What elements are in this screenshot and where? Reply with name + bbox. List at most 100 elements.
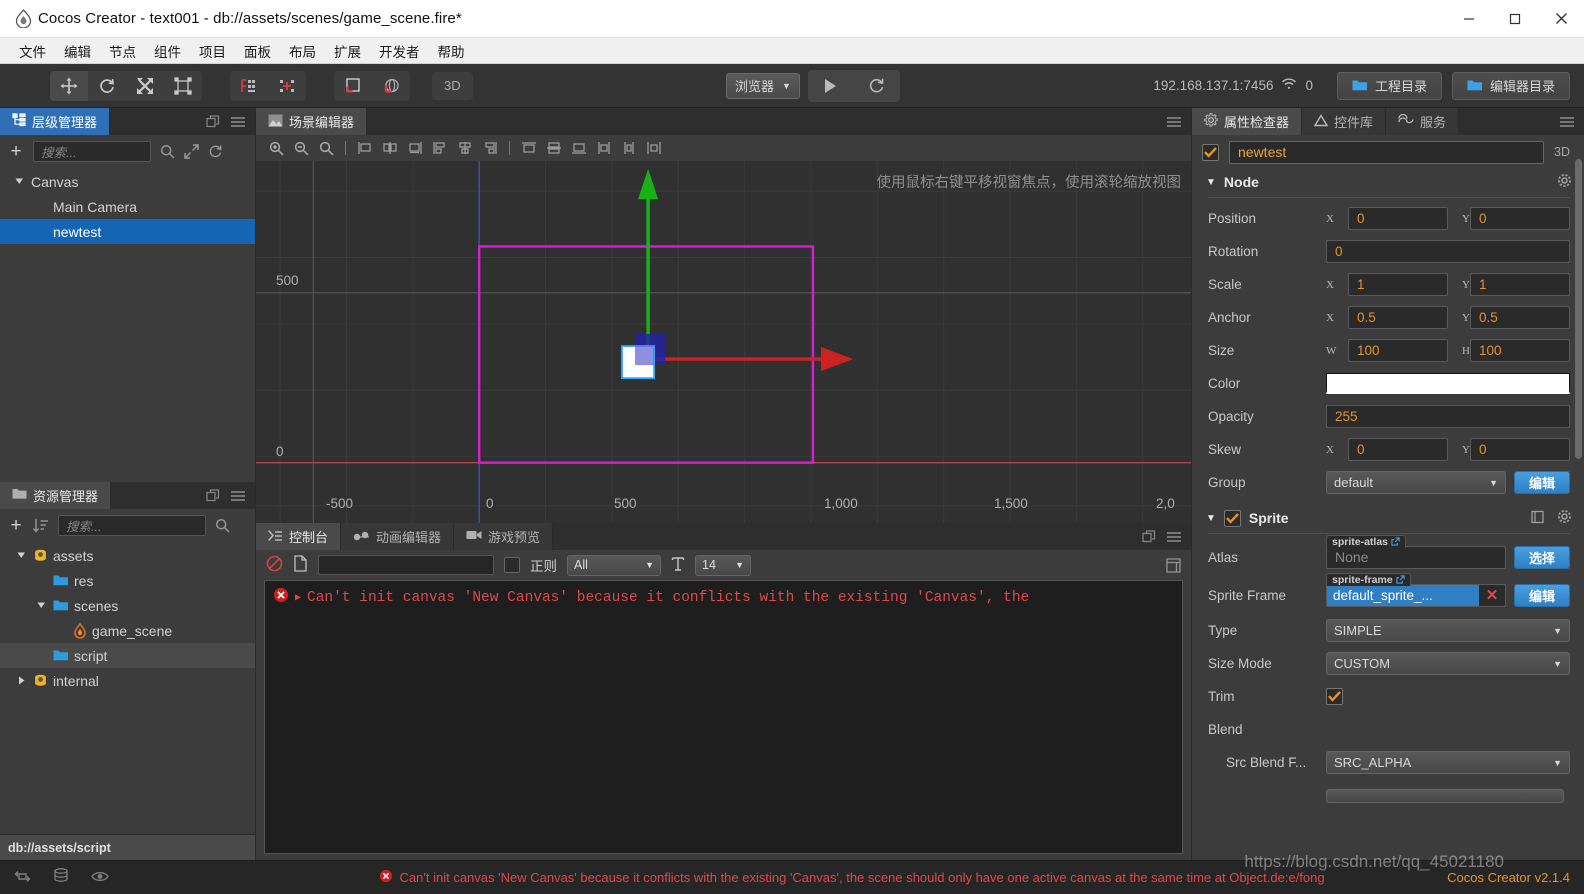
console-popout-icon[interactable] — [1166, 557, 1181, 573]
chevron-right-icon[interactable] — [14, 674, 28, 688]
tab-animation-editor[interactable]: 动画编辑器 — [341, 523, 455, 550]
tab-scene-editor[interactable]: 场景编辑器 — [256, 108, 368, 135]
asset-item-assets[interactable]: assets — [0, 543, 255, 568]
sprite-enabled-checkbox[interactable] — [1223, 509, 1241, 527]
chevron-down-icon[interactable] — [34, 599, 48, 613]
rotate-tool-icon[interactable] — [88, 71, 126, 101]
chevron-down-icon[interactable]: ▼ — [1206, 177, 1216, 188]
menu-item-extension[interactable]: 扩展 — [325, 38, 370, 64]
node-name-input[interactable]: newtest — [1229, 140, 1545, 164]
size-y-input[interactable]: 100 — [1470, 339, 1570, 362]
align-left-icon[interactable] — [353, 137, 377, 159]
sprite-dst-blend-dropdown[interactable] — [1326, 788, 1564, 803]
sprite-atlas-select-button[interactable]: 选择 — [1514, 545, 1570, 569]
asset-item-internal[interactable]: internal — [0, 668, 255, 693]
size-x-input[interactable]: 100 — [1348, 339, 1448, 362]
move-tool-icon[interactable] — [50, 70, 88, 101]
asset-item-scenes[interactable]: scenes — [0, 593, 255, 618]
minimize-button[interactable] — [1446, 0, 1492, 38]
asset-item-game_scene[interactable]: game_scene — [0, 618, 255, 643]
menu-item-file[interactable]: 文件 — [10, 38, 55, 64]
hamburger-menu-icon[interactable] — [230, 116, 246, 128]
scene-viewport[interactable]: 500 0 -500 0 500 1,000 1,500 2,0 使用鼠标右键平… — [256, 161, 1191, 523]
scale-y-input[interactable]: 1 — [1470, 273, 1570, 296]
pivot-toggle-icon[interactable] — [334, 71, 372, 101]
hierarchy-node-main-camera[interactable]: Main Camera — [0, 194, 255, 219]
gear-icon[interactable] — [1557, 173, 1572, 191]
align-bottom-icon[interactable] — [567, 137, 591, 159]
menu-item-component[interactable]: 组件 — [145, 38, 190, 64]
color-swatch[interactable] — [1326, 373, 1570, 394]
sprite-frame-field[interactable]: sprite-frame default_sprite_... ✕ — [1326, 572, 1506, 607]
search-icon[interactable] — [215, 518, 230, 533]
log-level-dropdown[interactable]: All ▼ — [567, 554, 661, 576]
editor-dir-button[interactable]: 编辑器目录 — [1452, 71, 1571, 100]
menu-item-project[interactable]: 项目 — [190, 38, 235, 64]
align-top-icon[interactable] — [517, 137, 541, 159]
asset-item-script[interactable]: script — [0, 643, 255, 668]
rect-transform-tool-icon[interactable] — [164, 71, 202, 101]
hamburger-menu-icon[interactable] — [1166, 116, 1182, 128]
scale-tool-icon[interactable] — [126, 71, 164, 101]
zoom-in-icon[interactable] — [264, 137, 288, 159]
tab-widget-library[interactable]: 控件库 — [1302, 108, 1387, 135]
sort-icon[interactable] — [33, 518, 49, 533]
sprite-frame-edit-button[interactable]: 编辑 — [1514, 583, 1570, 607]
hamburger-menu-icon[interactable] — [230, 490, 246, 502]
hierarchy-node-newtest[interactable]: newtest — [0, 219, 255, 244]
coordinate-toggle-icon[interactable] — [372, 71, 410, 101]
preview-target-dropdown[interactable]: 浏览器 ▼ — [726, 72, 800, 99]
popout-icon[interactable] — [206, 114, 220, 129]
regex-checkbox[interactable] — [504, 557, 520, 573]
sprite-trim-checkbox[interactable] — [1326, 688, 1343, 705]
group-dropdown[interactable]: default ▼ — [1326, 471, 1506, 494]
maximize-button[interactable] — [1492, 0, 1538, 38]
gear-icon[interactable] — [1557, 509, 1572, 527]
opacity-input[interactable]: 255 — [1326, 405, 1570, 428]
project-dir-button[interactable]: 工程目录 — [1336, 71, 1442, 100]
refresh-button[interactable] — [854, 70, 900, 102]
chevron-down-icon[interactable]: ▼ — [1206, 513, 1216, 524]
tab-assets[interactable]: 资源管理器 — [0, 482, 112, 509]
sprite-size-mode-dropdown[interactable]: CUSTOM ▼ — [1326, 652, 1570, 675]
play-button[interactable] — [808, 70, 854, 102]
add-node-icon[interactable] — [268, 71, 306, 101]
align-right-icon[interactable] — [403, 137, 427, 159]
font-size-dropdown[interactable]: 14 ▼ — [695, 554, 751, 576]
sprite-type-dropdown[interactable]: SIMPLE ▼ — [1326, 619, 1570, 642]
popout-icon[interactable] — [206, 488, 220, 503]
distribute-bottom-icon[interactable] — [642, 137, 666, 159]
anchor-x-input[interactable]: 0.5 — [1348, 306, 1448, 329]
tab-game-preview[interactable]: 游戏预览 — [454, 523, 554, 550]
inspector-scrollbar[interactable] — [1575, 159, 1582, 459]
popout-icon[interactable] — [1142, 529, 1156, 544]
zoom-fit-icon[interactable] — [314, 137, 338, 159]
distribute-center-icon[interactable] — [453, 137, 477, 159]
align-center-h-icon[interactable] — [378, 137, 402, 159]
sync-icon[interactable] — [14, 869, 31, 887]
asset-item-res[interactable]: res — [0, 568, 255, 593]
group-edit-button[interactable]: 编辑 — [1514, 471, 1570, 494]
eye-icon[interactable] — [91, 870, 109, 886]
tab-inspector[interactable]: 属性检查器 — [1192, 108, 1303, 135]
file-icon[interactable] — [293, 555, 308, 575]
clear-icon[interactable] — [266, 555, 283, 575]
menu-item-panel[interactable]: 面板 — [235, 38, 280, 64]
distribute-middle-icon[interactable] — [617, 137, 641, 159]
distribute-top-icon[interactable] — [592, 137, 616, 159]
console-log-entry[interactable]: ▶ Can't init canvas 'New Canvas' because… — [265, 581, 1182, 614]
node-enabled-checkbox[interactable] — [1202, 143, 1219, 161]
tab-console[interactable]: 控制台 — [256, 523, 342, 550]
align-node-icon[interactable] — [230, 71, 268, 101]
position-y-input[interactable]: 0 — [1470, 207, 1570, 230]
tab-hierarchy[interactable]: 层级管理器 — [0, 108, 111, 135]
expand-icon[interactable] — [184, 143, 199, 159]
menu-item-layout[interactable]: 布局 — [280, 38, 325, 64]
sprite-atlas-field[interactable]: sprite-atlas None — [1326, 534, 1506, 569]
distribute-right-icon[interactable] — [478, 137, 502, 159]
add-node-button[interactable]: + — [8, 142, 24, 161]
mode-3d-button[interactable]: 3D — [432, 71, 473, 100]
help-icon[interactable] — [1530, 510, 1545, 527]
hamburger-menu-icon[interactable] — [1559, 116, 1575, 128]
menu-item-edit[interactable]: 编辑 — [55, 38, 100, 64]
